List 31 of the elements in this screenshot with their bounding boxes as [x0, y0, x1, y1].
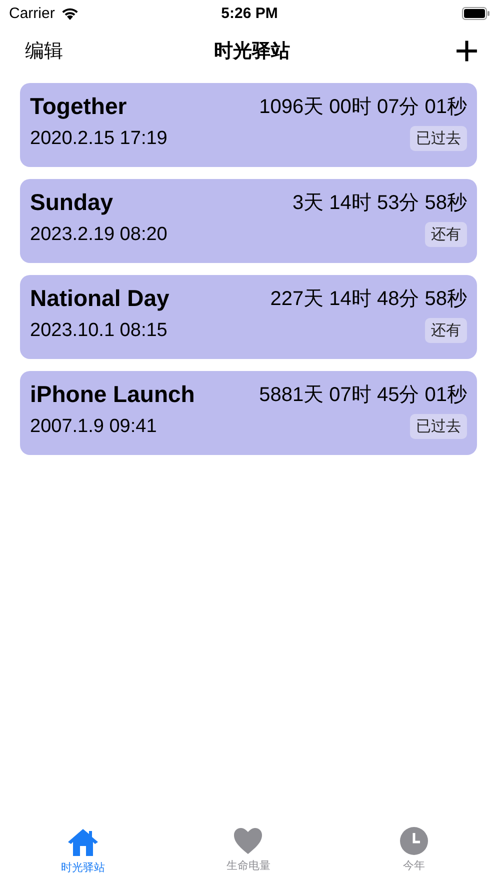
- wifi-icon: [60, 6, 79, 20]
- home-icon: [66, 827, 100, 857]
- event-date: 2020.2.15 17:19: [30, 128, 168, 150]
- add-button[interactable]: +: [454, 34, 479, 68]
- carrier-label: Carrier: [9, 4, 55, 22]
- countdown: 227天 14时 48分 58秒: [270, 287, 467, 312]
- event-title: iPhone Launch: [30, 381, 195, 408]
- status-tag: 还有: [425, 318, 467, 343]
- event-title: Sunday: [30, 189, 114, 216]
- event-title: National Day: [30, 285, 170, 312]
- event-date: 2023.2.19 08:20: [30, 224, 168, 246]
- countdown: 5881天 07时 45分 01秒: [259, 383, 467, 408]
- countdown: 3天 14时 53分 58秒: [292, 191, 467, 216]
- battery-icon: [462, 6, 490, 20]
- event-date: 2023.10.1 08:15: [30, 320, 168, 342]
- clock-time: 5:26 PM: [221, 4, 278, 22]
- tab-item[interactable]: 时光驿站: [22, 827, 143, 883]
- event-date: 2007.1.9 09:41: [30, 416, 157, 438]
- event-title: Together: [30, 93, 127, 120]
- event-card[interactable]: Sunday 3天 14时 53分 58秒 2023.2.19 08:20 还有: [20, 179, 477, 263]
- status-tag: 还有: [425, 222, 467, 247]
- event-card[interactable]: Together 1096天 00时 07分 01秒 2020.2.15 17:19 已过去: [20, 83, 477, 167]
- status-tag: 已过去: [410, 126, 467, 151]
- heart-icon: [233, 827, 264, 855]
- edit-button[interactable]: 编辑: [25, 38, 63, 64]
- countdown: 1096天 00时 07分 01秒: [259, 95, 467, 120]
- status-tag: 已过去: [410, 414, 467, 439]
- event-card[interactable]: National Day 227天 14时 48分 58秒 2023.10.1 08:15 还有: [20, 275, 477, 359]
- clock-icon: [400, 827, 428, 855]
- event-card[interactable]: iPhone Launch 5881天 07时 45分 01秒 2007.1.9 09:41 已过去: [20, 371, 477, 455]
- nav-title: 时光驿站: [214, 40, 290, 64]
